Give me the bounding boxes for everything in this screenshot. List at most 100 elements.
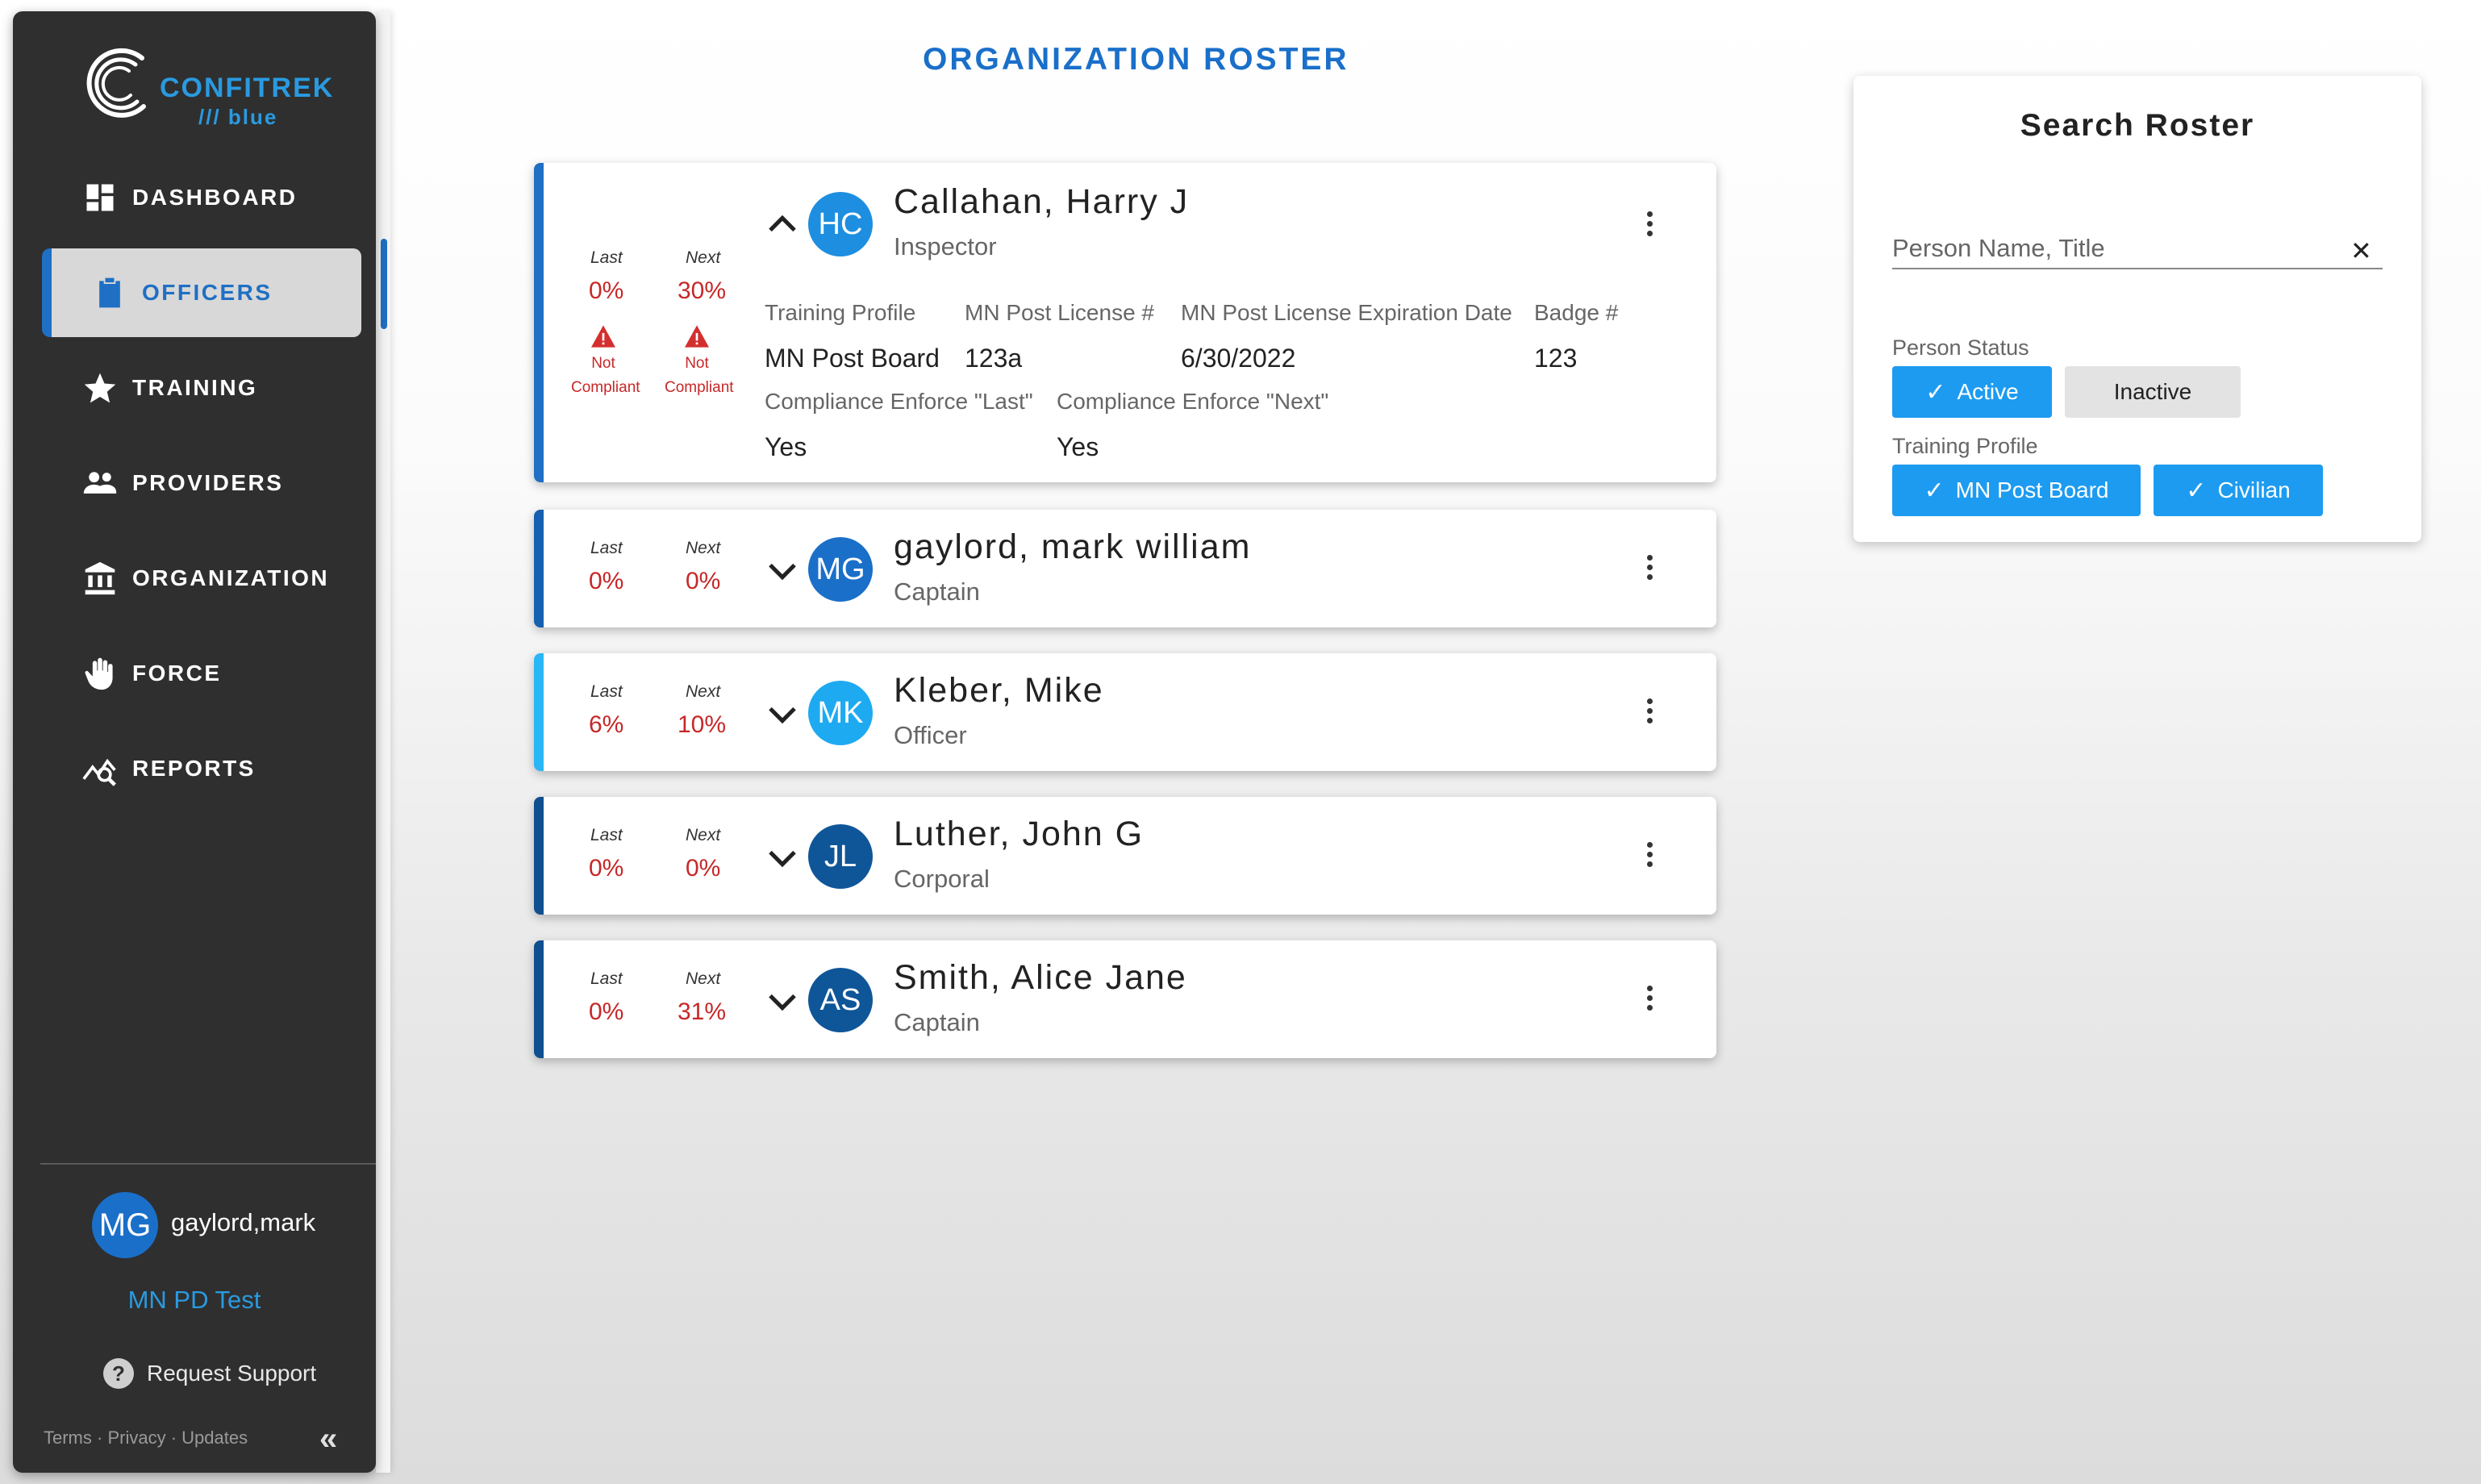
last-compliance-value: 6%	[589, 711, 624, 738]
chevron-down-icon[interactable]	[766, 990, 799, 1015]
check-icon: ✓	[2186, 477, 2207, 504]
nav-label: FORCE	[132, 661, 222, 686]
more-options-icon[interactable]	[1644, 555, 1655, 587]
chevron-down-icon[interactable]	[766, 703, 799, 727]
license-value: 123a	[965, 344, 1023, 373]
warning-icon	[591, 325, 615, 348]
officer-card[interactable]: Last Next 0% 0% MG gaylord, mark william…	[534, 510, 1716, 627]
officer-name[interactable]: Callahan, Harry J	[894, 182, 1189, 222]
compliant-label: Compliant	[571, 379, 640, 396]
not-label: Not	[591, 355, 615, 372]
clear-search-icon[interactable]: ✕	[2350, 236, 2372, 266]
terms-link[interactable]: Terms	[44, 1428, 92, 1448]
avatar: MG	[808, 537, 873, 602]
more-options-icon[interactable]	[1644, 842, 1655, 874]
last-compliance-value: 0%	[589, 998, 624, 1025]
last-compliance-value: 0%	[589, 855, 624, 882]
officer-card[interactable]: Last Next 0% 30% Not Compliant Not Compl…	[534, 163, 1716, 482]
search-roster-panel: Search Roster ✕ Person Status ✓ Active I…	[1853, 76, 2421, 542]
enforce-next-header: Compliance Enforce "Next"	[1057, 389, 1329, 414]
not-compliant-next: Not Compliant	[665, 324, 734, 400]
more-options-icon[interactable]	[1644, 698, 1655, 731]
training-profile-value: MN Post Board	[765, 344, 940, 373]
request-support-label: Request Support	[147, 1361, 317, 1386]
last-compliance-value: 0%	[589, 568, 624, 594]
status-chip-inactive[interactable]: Inactive	[2065, 366, 2241, 418]
profile-chip-mn-post-board[interactable]: ✓ MN Post Board	[1892, 465, 2141, 516]
license-header: MN Post License #	[965, 300, 1154, 325]
chevron-up-icon[interactable]	[766, 211, 799, 236]
organization-name[interactable]: MN PD Test	[13, 1286, 376, 1315]
user-avatar[interactable]: MG	[92, 1192, 158, 1258]
next-compliance-value: 10%	[678, 711, 727, 738]
officer-name[interactable]: Kleber, Mike	[894, 671, 1104, 711]
nav-item-force[interactable]: FORCE	[13, 629, 376, 718]
next-compliance-value: 0%	[686, 568, 721, 594]
star-icon	[84, 373, 116, 403]
user-name[interactable]: gaylord,mark	[171, 1208, 315, 1237]
chevron-down-icon[interactable]	[766, 847, 799, 871]
officer-title: Captain	[894, 1008, 980, 1036]
collapse-sidebar-icon[interactable]: «	[319, 1421, 337, 1457]
next-compliance-value: 30%	[678, 277, 727, 304]
more-options-icon[interactable]	[1644, 211, 1655, 244]
officer-name[interactable]: Smith, Alice Jane	[894, 958, 1187, 998]
privacy-link[interactable]: Privacy	[107, 1428, 165, 1448]
officer-card[interactable]: Last Next 0% 31% AS Smith, Alice Jane Ca…	[534, 940, 1716, 1058]
nav-label: DASHBOARD	[132, 185, 298, 210]
officer-title: Officer	[894, 721, 967, 749]
brand-subtitle: /// blue	[198, 105, 278, 129]
officer-title: Inspector	[894, 232, 997, 261]
search-panel-title: Search Roster	[2020, 108, 2255, 143]
nav-item-officers[interactable]: OFFICERS	[42, 248, 361, 337]
avatar: MK	[808, 681, 873, 745]
footer-links: Terms · Privacy · Updates	[44, 1428, 248, 1449]
chevron-down-icon[interactable]	[766, 560, 799, 584]
sidebar: CONFITREK /// blue DASHBOARD OFFICERS TR…	[13, 11, 376, 1473]
sidebar-nav: DASHBOARD OFFICERS TRAINING PROVIDERS OR…	[13, 153, 376, 819]
status-chip-active[interactable]: ✓ Active	[1892, 366, 2052, 418]
person-status-label: Person Status	[1892, 336, 2029, 360]
confitrek-logo-icon	[86, 48, 146, 118]
nav-item-dashboard[interactable]: DASHBOARD	[13, 153, 376, 242]
officer-title: Corporal	[894, 865, 990, 893]
officer-name[interactable]: gaylord, mark william	[894, 527, 1251, 567]
last-label: Last	[590, 682, 623, 701]
nav-item-reports[interactable]: REPORTS	[13, 724, 376, 813]
check-icon: ✓	[1924, 477, 1945, 504]
brand-logo[interactable]: CONFITREK /// blue	[66, 29, 357, 142]
nav-label: REPORTS	[132, 756, 256, 781]
avatar: HC	[808, 192, 873, 256]
not-compliant-last: Not Compliant	[571, 324, 640, 400]
next-label: Next	[686, 682, 721, 701]
officer-title: Captain	[894, 577, 980, 606]
footer-separator: ·	[170, 1428, 177, 1448]
request-support-link[interactable]: ? Request Support	[103, 1358, 316, 1389]
search-input[interactable]	[1892, 229, 2383, 269]
updates-link[interactable]: Updates	[181, 1428, 248, 1448]
last-label: Last	[590, 248, 623, 267]
more-options-icon[interactable]	[1644, 986, 1655, 1018]
brand-name: CONFITREK	[160, 73, 335, 103]
nav-item-organization[interactable]: ORGANIZATION	[13, 534, 376, 623]
next-compliance-value: 0%	[686, 855, 721, 882]
officer-card[interactable]: Last Next 6% 10% MK Kleber, Mike Officer	[534, 653, 1716, 771]
badge-header: Badge #	[1534, 300, 1619, 325]
last-label: Last	[590, 969, 623, 988]
last-compliance-value: 0%	[589, 277, 624, 304]
enforce-last-header: Compliance Enforce "Last"	[765, 389, 1033, 414]
compliant-label: Compliant	[665, 379, 734, 396]
training-profile-header: Training Profile	[765, 300, 916, 325]
hand-icon	[85, 657, 113, 690]
sidebar-scrollbar[interactable]	[381, 239, 387, 329]
officer-card[interactable]: Last Next 0% 0% JL Luther, John G Corpor…	[534, 797, 1716, 915]
nav-item-providers[interactable]: PROVIDERS	[13, 439, 376, 527]
nav-item-training[interactable]: TRAINING	[13, 344, 376, 432]
avatar: JL	[808, 824, 873, 889]
enforce-next-value: Yes	[1057, 432, 1099, 461]
profile-chip-civilian[interactable]: ✓ Civilian	[2154, 465, 2323, 516]
officer-name[interactable]: Luther, John G	[894, 815, 1144, 854]
badge-value: 123	[1534, 344, 1578, 373]
expiration-value: 6/30/2022	[1181, 344, 1296, 373]
nav-label: OFFICERS	[142, 280, 273, 305]
